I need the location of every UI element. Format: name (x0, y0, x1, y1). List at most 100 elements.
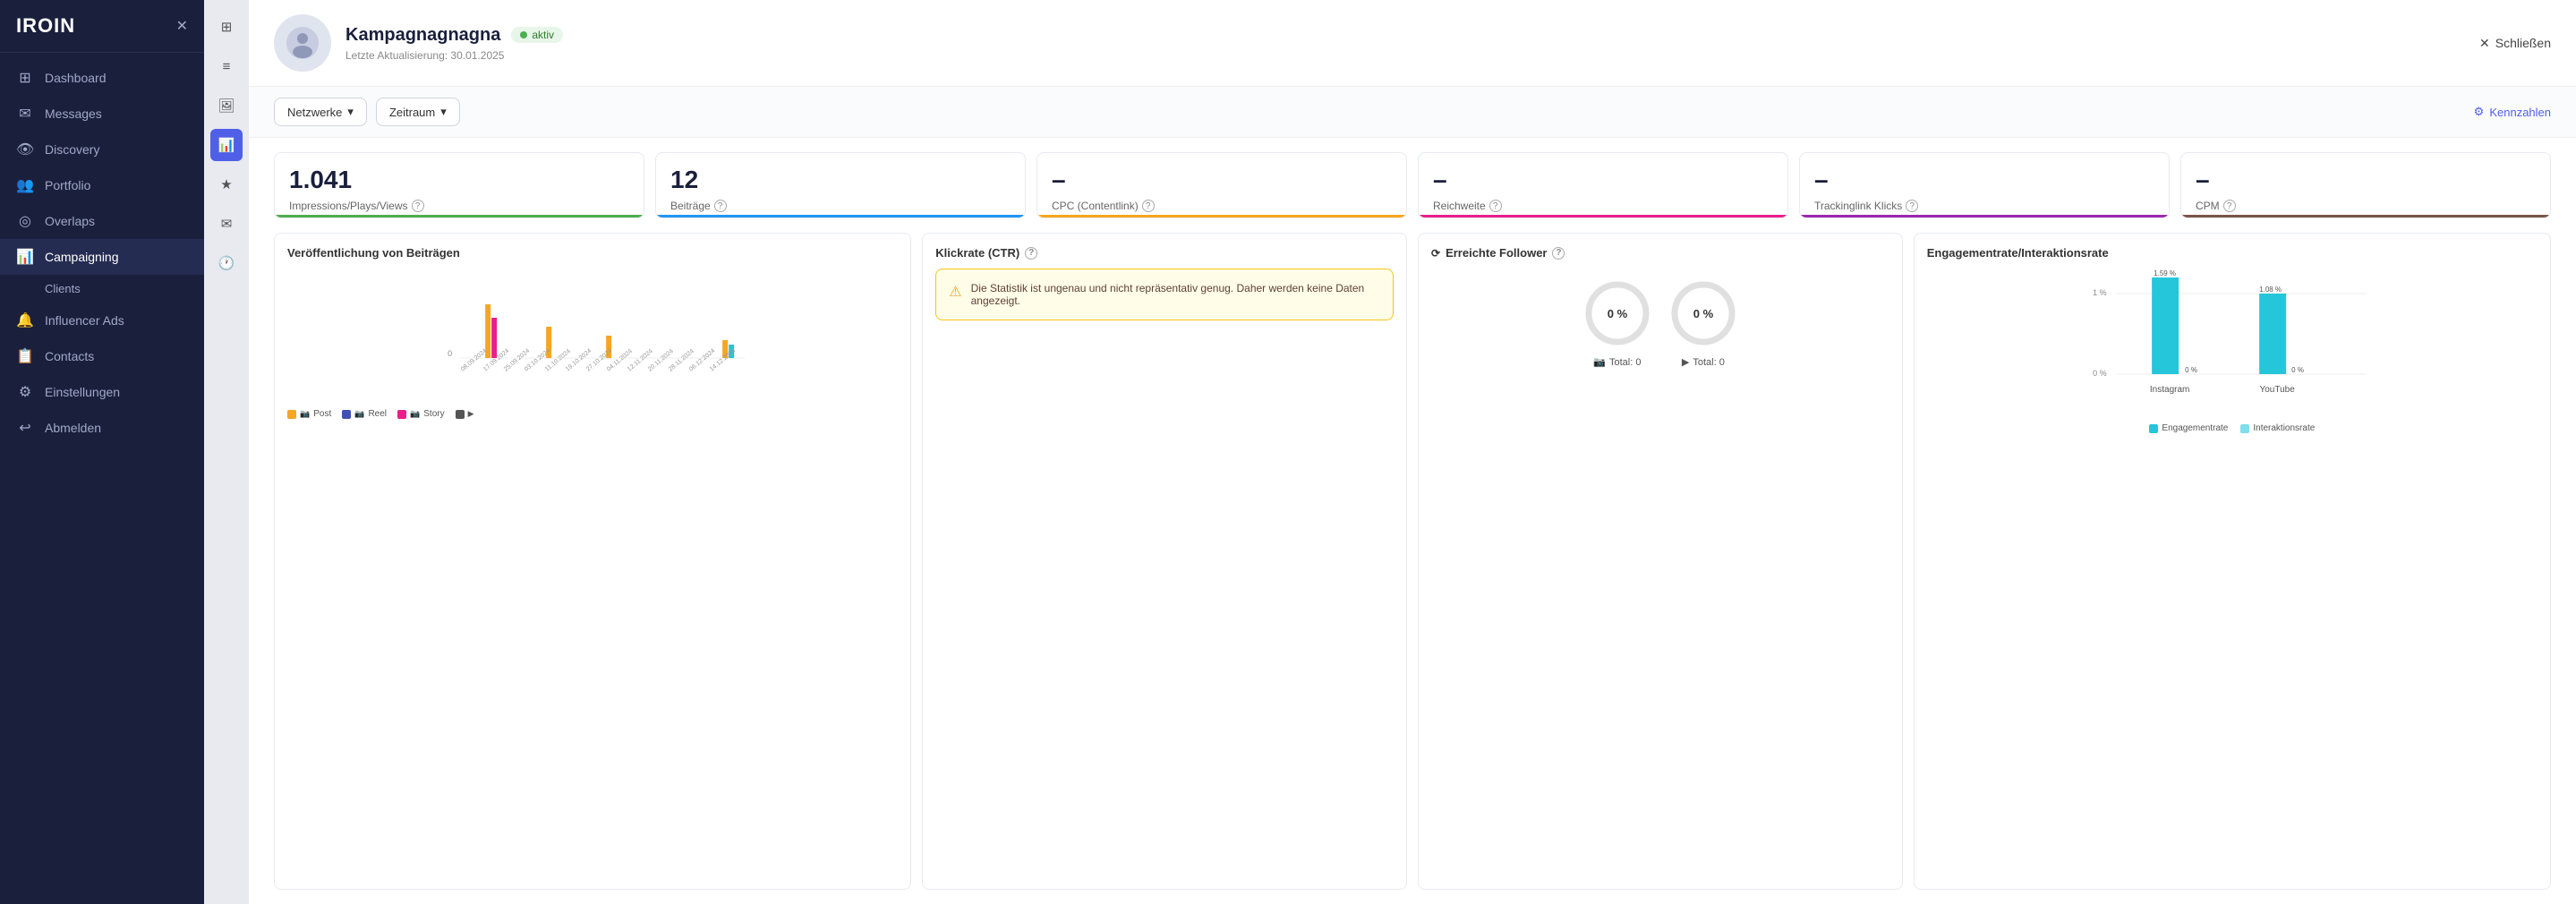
sidebar-item-overlaps[interactable]: ◎ Overlaps (0, 203, 204, 239)
legend-youtube: ▶ (456, 409, 474, 419)
status-badge: aktiv (511, 27, 563, 43)
legend-story: 📷 Story (397, 409, 445, 419)
icon-strip-chart[interactable]: 📊 (210, 129, 243, 161)
svg-text:1.08 %: 1.08 % (2259, 286, 2282, 294)
ctr-help-icon[interactable]: ? (1025, 247, 1037, 260)
svg-text:1 %: 1 % (2093, 288, 2107, 297)
metric-value: – (1814, 166, 2154, 194)
sidebar: IROIN ✕ ⊞ Dashboard ✉ Messages 👁 Discove… (0, 0, 204, 904)
icon-strip-star[interactable]: ★ (210, 168, 243, 200)
close-button[interactable]: ✕ Schließen (2479, 36, 2551, 51)
metric-cpc: – CPC (Contentlink) ? (1036, 152, 1407, 218)
settings-icon: ⚙ (16, 383, 34, 401)
youtube-color (456, 410, 465, 419)
metric-bar (2181, 215, 2550, 217)
youtube-gauge: 0 % (1668, 277, 1739, 349)
story-color (397, 410, 406, 419)
metric-bar (656, 215, 1025, 217)
help-icon[interactable]: ? (2223, 200, 2236, 212)
follower-help-icon[interactable]: ? (1552, 247, 1565, 260)
sidebar-item-label: Messages (45, 107, 102, 121)
sidebar-item-label: Discovery (45, 142, 99, 157)
sidebar-item-dashboard[interactable]: ⊞ Dashboard (0, 60, 204, 96)
metric-label: Impressions/Plays/Views ? (289, 200, 629, 212)
svg-text:0: 0 (448, 349, 452, 358)
svg-text:0 %: 0 % (1608, 307, 1628, 320)
sidebar-item-messages[interactable]: ✉ Messages (0, 96, 204, 132)
engagement-title: Engagementrate/Interaktionsrate (1927, 246, 2538, 260)
follower-circles: 0 % 📷 Total: 0 0 % ▶ Total: 0 (1431, 269, 1889, 377)
metric-label: CPM ? (2196, 200, 2536, 212)
campaign-avatar (274, 14, 331, 72)
engagementrate-color (2149, 424, 2158, 433)
sidebar-item-discovery[interactable]: 👁 Discovery (0, 132, 204, 167)
help-icon[interactable]: ? (1142, 200, 1155, 212)
metric-impressions: 1.041 Impressions/Plays/Views ? (274, 152, 644, 218)
sidebar-item-einstellungen[interactable]: ⚙ Einstellungen (0, 374, 204, 410)
engagement-panel: Engagementrate/Interaktionsrate 1 % 0 % … (1914, 233, 2551, 890)
metric-value: 1.041 (289, 166, 629, 194)
icon-strip-mail[interactable]: ✉ (210, 208, 243, 240)
zeitraum-dropdown[interactable]: Zeitraum ▾ (376, 98, 460, 126)
netzwerke-dropdown[interactable]: Netzwerke ▾ (274, 98, 367, 126)
legend-reel-icon: 📷 (354, 409, 364, 419)
metric-label: Beiträge ? (670, 200, 1011, 212)
metric-value: – (2196, 166, 2536, 194)
legend-post-label: Post (313, 409, 331, 419)
discovery-icon: 👁 (16, 141, 34, 158)
help-icon[interactable]: ? (412, 200, 424, 212)
pub-chart-title: Veröffentlichung von Beiträgen (287, 246, 898, 260)
metric-label: Reichweite ? (1433, 200, 1773, 212)
instagram-total: 📷 Total: 0 (1593, 356, 1641, 368)
svg-text:1.59 %: 1.59 % (2154, 269, 2176, 277)
sidebar-close-button[interactable]: ✕ (176, 17, 188, 35)
sidebar-item-influencer-ads[interactable]: 🔔 Influencer Ads (0, 303, 204, 338)
ctr-panel: Klickrate (CTR) ? ⚠ Die Statistik ist un… (922, 233, 1407, 890)
instagram-gauge: 0 % (1582, 277, 1653, 349)
campaign-updated: Letzte Aktualisierung: 30.01.2025 (345, 49, 563, 62)
icon-strip-grid[interactable]: ⊞ (210, 11, 243, 43)
help-icon[interactable]: ? (714, 200, 727, 212)
overlaps-icon: ◎ (16, 212, 34, 230)
campaign-title: Kampagnagnagna (345, 25, 500, 46)
icon-strip: ⊞ ≡ 🖼 📊 ★ ✉ 🕐 (204, 0, 249, 904)
metric-label: Trackinglink Klicks ? (1814, 200, 2154, 212)
metric-value: – (1052, 166, 1392, 194)
legend-reel-label: Reel (368, 409, 387, 419)
svg-text:YouTube: YouTube (2259, 385, 2295, 395)
icon-strip-history[interactable]: 🕐 (210, 247, 243, 279)
help-icon[interactable]: ? (1906, 200, 1918, 212)
legend-youtube-icon: ▶ (468, 409, 474, 419)
close-icon: ✕ (2479, 36, 2490, 51)
engagement-svg: 1 % 0 % 1.59 % 0 % 1.08 % 0 % (1927, 269, 2538, 412)
app-logo: IROIN (16, 14, 75, 38)
help-icon[interactable]: ? (1489, 200, 1502, 212)
kennzahlen-button[interactable]: ⚙ Kennzahlen (2474, 105, 2551, 119)
pub-chart: 0 (287, 269, 898, 419)
campaign-title-block: Kampagnagnagna aktiv Letzte Aktualisieru… (345, 25, 563, 62)
follower-icon: ⟳ (1431, 247, 1440, 260)
pub-legend: 📷 Post 📷 Reel 📷 Story (287, 409, 898, 419)
legend-post: 📷 Post (287, 409, 331, 419)
sidebar-item-contacts[interactable]: 📋 Contacts (0, 338, 204, 374)
metric-label: CPC (Contentlink) ? (1052, 200, 1392, 212)
metric-trackinglink: – Trackinglink Klicks ? (1799, 152, 2170, 218)
sidebar-item-label: Contacts (45, 349, 94, 363)
sidebar-item-portfolio[interactable]: 👥 Portfolio (0, 167, 204, 203)
reel-color (342, 410, 351, 419)
sidebar-item-abmelden[interactable]: ↩ Abmelden (0, 410, 204, 446)
sidebar-item-clients[interactable]: Clients (0, 275, 204, 303)
engagement-chart: 1 % 0 % 1.59 % 0 % 1.08 % 0 % (1927, 269, 2538, 433)
legend-story-icon: 📷 (410, 409, 420, 419)
sidebar-logo-area: IROIN ✕ (0, 0, 204, 53)
campaign-title-row: Kampagnagnagna aktiv (345, 25, 563, 46)
icon-strip-image[interactable]: 🖼 (210, 90, 243, 122)
follower-panel: ⟳ Erreichte Follower ? 0 % 📷 Total: 0 (1418, 233, 1903, 890)
sidebar-item-label: Campaigning (45, 250, 119, 264)
charts-area: Veröffentlichung von Beiträgen 0 (249, 218, 2576, 904)
publication-chart-panel: Veröffentlichung von Beiträgen 0 (274, 233, 911, 890)
icon-strip-list[interactable]: ≡ (210, 50, 243, 82)
engagement-legend: Engagementrate Interaktionsrate (1927, 423, 2538, 433)
sidebar-item-campaigning[interactable]: 📊 Campaigning (0, 239, 204, 275)
influencer-ads-icon: 🔔 (16, 311, 34, 329)
